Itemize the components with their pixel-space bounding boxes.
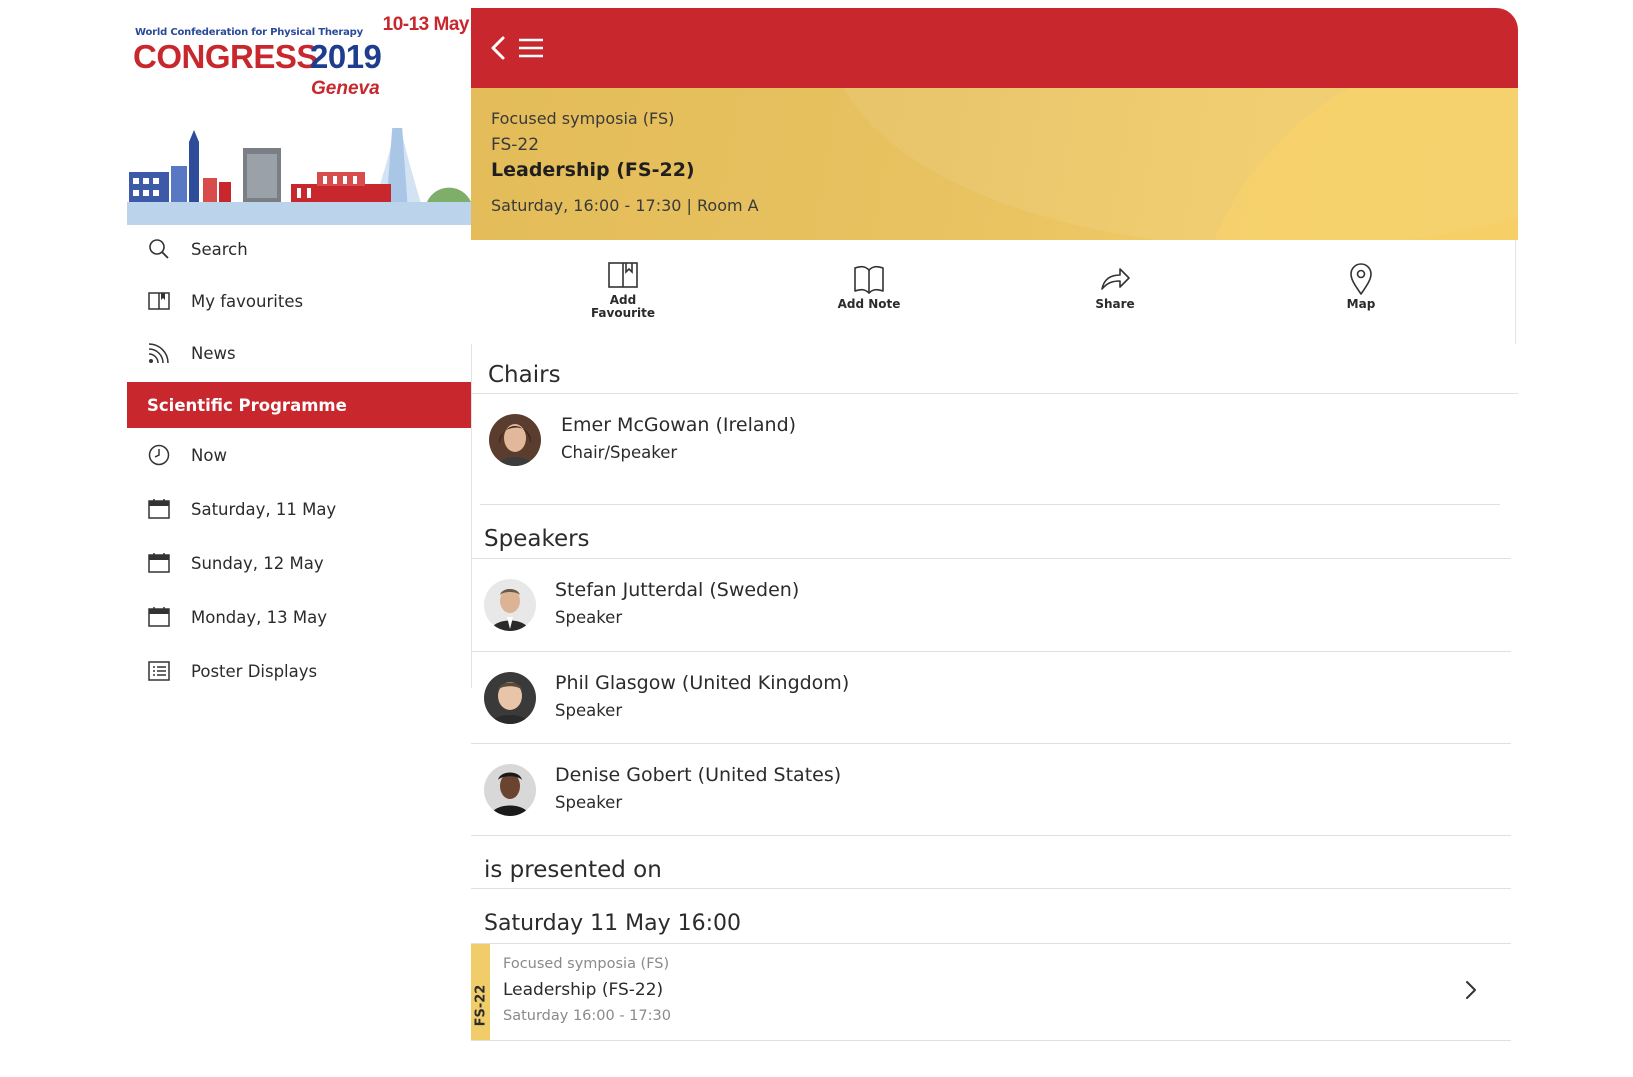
avatar xyxy=(484,672,536,724)
banner-city: Geneva xyxy=(311,78,380,99)
divider xyxy=(480,504,1500,505)
presentation-date-heading: Saturday 11 May 16:00 xyxy=(484,911,741,936)
chairs-heading: Chairs xyxy=(488,362,561,388)
sidebar-item-saturday[interactable]: Saturday, 11 May xyxy=(127,485,471,533)
rss-icon xyxy=(147,341,171,365)
session-code: FS-22 xyxy=(491,135,540,155)
share-button[interactable]: Share xyxy=(1045,262,1185,326)
sidebar-item-label: My favourites xyxy=(191,291,304,311)
speaker-row[interactable]: Phil Glasgow (United Kingdom) Speaker xyxy=(471,652,1511,744)
hamburger-menu-icon[interactable] xyxy=(515,32,547,64)
sidebar-item-label: Scientific Programme xyxy=(147,395,347,415)
book-icon xyxy=(147,289,171,313)
sidebar-item-sunday[interactable]: Sunday, 12 May xyxy=(127,539,471,587)
session-time-room: Saturday, 16:00 - 17:30 | Room A xyxy=(491,196,759,215)
avatar xyxy=(484,579,536,631)
speaker-row[interactable]: Denise Gobert (United States) Speaker xyxy=(471,744,1511,836)
sidebar-item-monday[interactable]: Monday, 13 May xyxy=(127,593,471,641)
divider xyxy=(471,1040,1511,1041)
person-name: Stefan Jutterdal (Sweden) xyxy=(555,579,800,601)
person-role: Speaker xyxy=(555,608,623,627)
banner-dates: 10-13 May xyxy=(382,14,470,35)
action-label: Share xyxy=(1095,297,1135,311)
map-button[interactable]: Map xyxy=(1291,262,1431,326)
sidebar-item-now[interactable]: Now xyxy=(127,431,471,479)
speakers-heading: Speakers xyxy=(484,526,590,552)
top-bar xyxy=(471,8,1518,88)
add-note-button[interactable]: Add Note xyxy=(799,262,939,326)
divider xyxy=(471,835,1511,836)
sidebar-item-label: Monday, 13 May xyxy=(191,607,327,627)
speaker-row[interactable]: Stefan Jutterdal (Sweden) Speaker xyxy=(471,559,1511,651)
back-arrow-icon[interactable] xyxy=(483,32,515,64)
calendar-icon xyxy=(147,605,171,629)
session-time: Saturday 16:00 - 17:30 xyxy=(503,1008,671,1024)
person-name: Emer McGowan (Ireland) xyxy=(561,414,797,436)
banner-title: CONGRESS xyxy=(133,38,318,75)
person-role: Speaker xyxy=(555,701,623,720)
sidebar-item-label: Poster Displays xyxy=(191,661,318,681)
session-tag: FS-22 xyxy=(473,984,489,1027)
action-label: Add Note xyxy=(837,297,901,311)
banner-subtitle: World Confederation for Physical Therapy xyxy=(135,27,363,38)
search-icon xyxy=(147,237,171,261)
person-name: Phil Glasgow (United Kingdom) xyxy=(555,672,850,694)
session-title: Leadership (FS-22) xyxy=(503,980,664,1000)
skyline-illustration xyxy=(127,128,471,225)
sidebar-item-label: Sunday, 12 May xyxy=(191,553,324,573)
add-note-icon xyxy=(854,265,884,294)
session-tag-stripe: FS-22 xyxy=(471,944,490,1040)
clock-icon xyxy=(147,443,171,467)
action-label: Map xyxy=(1346,297,1376,311)
sidebar-item-label: Search xyxy=(191,239,248,259)
sidebar-item-label: Saturday, 11 May xyxy=(191,499,337,519)
map-pin-icon xyxy=(1350,263,1372,295)
sidebar-item-poster-displays[interactable]: Poster Displays xyxy=(127,647,471,695)
session-title: Leadership (FS-22) xyxy=(491,159,695,181)
sidebar-item-favourites[interactable]: My favourites xyxy=(127,277,471,325)
add-favourite-button[interactable]: Add Favourite xyxy=(553,258,693,322)
chair-row[interactable]: Emer McGowan (Ireland) Chair/Speaker xyxy=(471,394,1511,504)
session-list-item[interactable]: FS-22 Focused symposia (FS) Leadership (… xyxy=(471,944,1511,1040)
session-category: Focused symposia (FS) xyxy=(491,109,675,128)
add-favourite-icon xyxy=(608,262,638,288)
banner-year: 2019 xyxy=(310,38,382,75)
sidebar: World Confederation for Physical Therapy… xyxy=(127,8,471,688)
person-role: Chair/Speaker xyxy=(561,443,678,462)
sidebar-item-scientific-programme[interactable]: Scientific Programme xyxy=(127,382,471,428)
share-icon xyxy=(1101,268,1130,290)
sidebar-item-label: Now xyxy=(191,445,227,465)
action-bar: Add Favourite Add Note Share Map xyxy=(471,240,1516,344)
person-role: Speaker xyxy=(555,793,623,812)
congress-banner: World Confederation for Physical Therapy… xyxy=(127,8,471,225)
session-category: Focused symposia (FS) xyxy=(503,956,670,972)
chevron-right-icon xyxy=(1466,981,1476,999)
calendar-icon xyxy=(147,551,171,575)
avatar xyxy=(484,764,536,816)
divider xyxy=(471,888,1511,889)
action-label: Favourite xyxy=(590,306,656,320)
sidebar-item-news[interactable]: News xyxy=(127,329,471,377)
calendar-icon xyxy=(147,497,171,521)
avatar xyxy=(489,414,541,466)
list-icon xyxy=(147,659,171,683)
person-name: Denise Gobert (United States) xyxy=(555,764,842,786)
sidebar-item-label: News xyxy=(191,343,236,363)
presented-on-heading: is presented on xyxy=(484,857,662,883)
session-header: Focused symposia (FS) FS-22 Leadership (… xyxy=(471,88,1518,240)
sidebar-item-search[interactable]: Search xyxy=(127,225,471,273)
